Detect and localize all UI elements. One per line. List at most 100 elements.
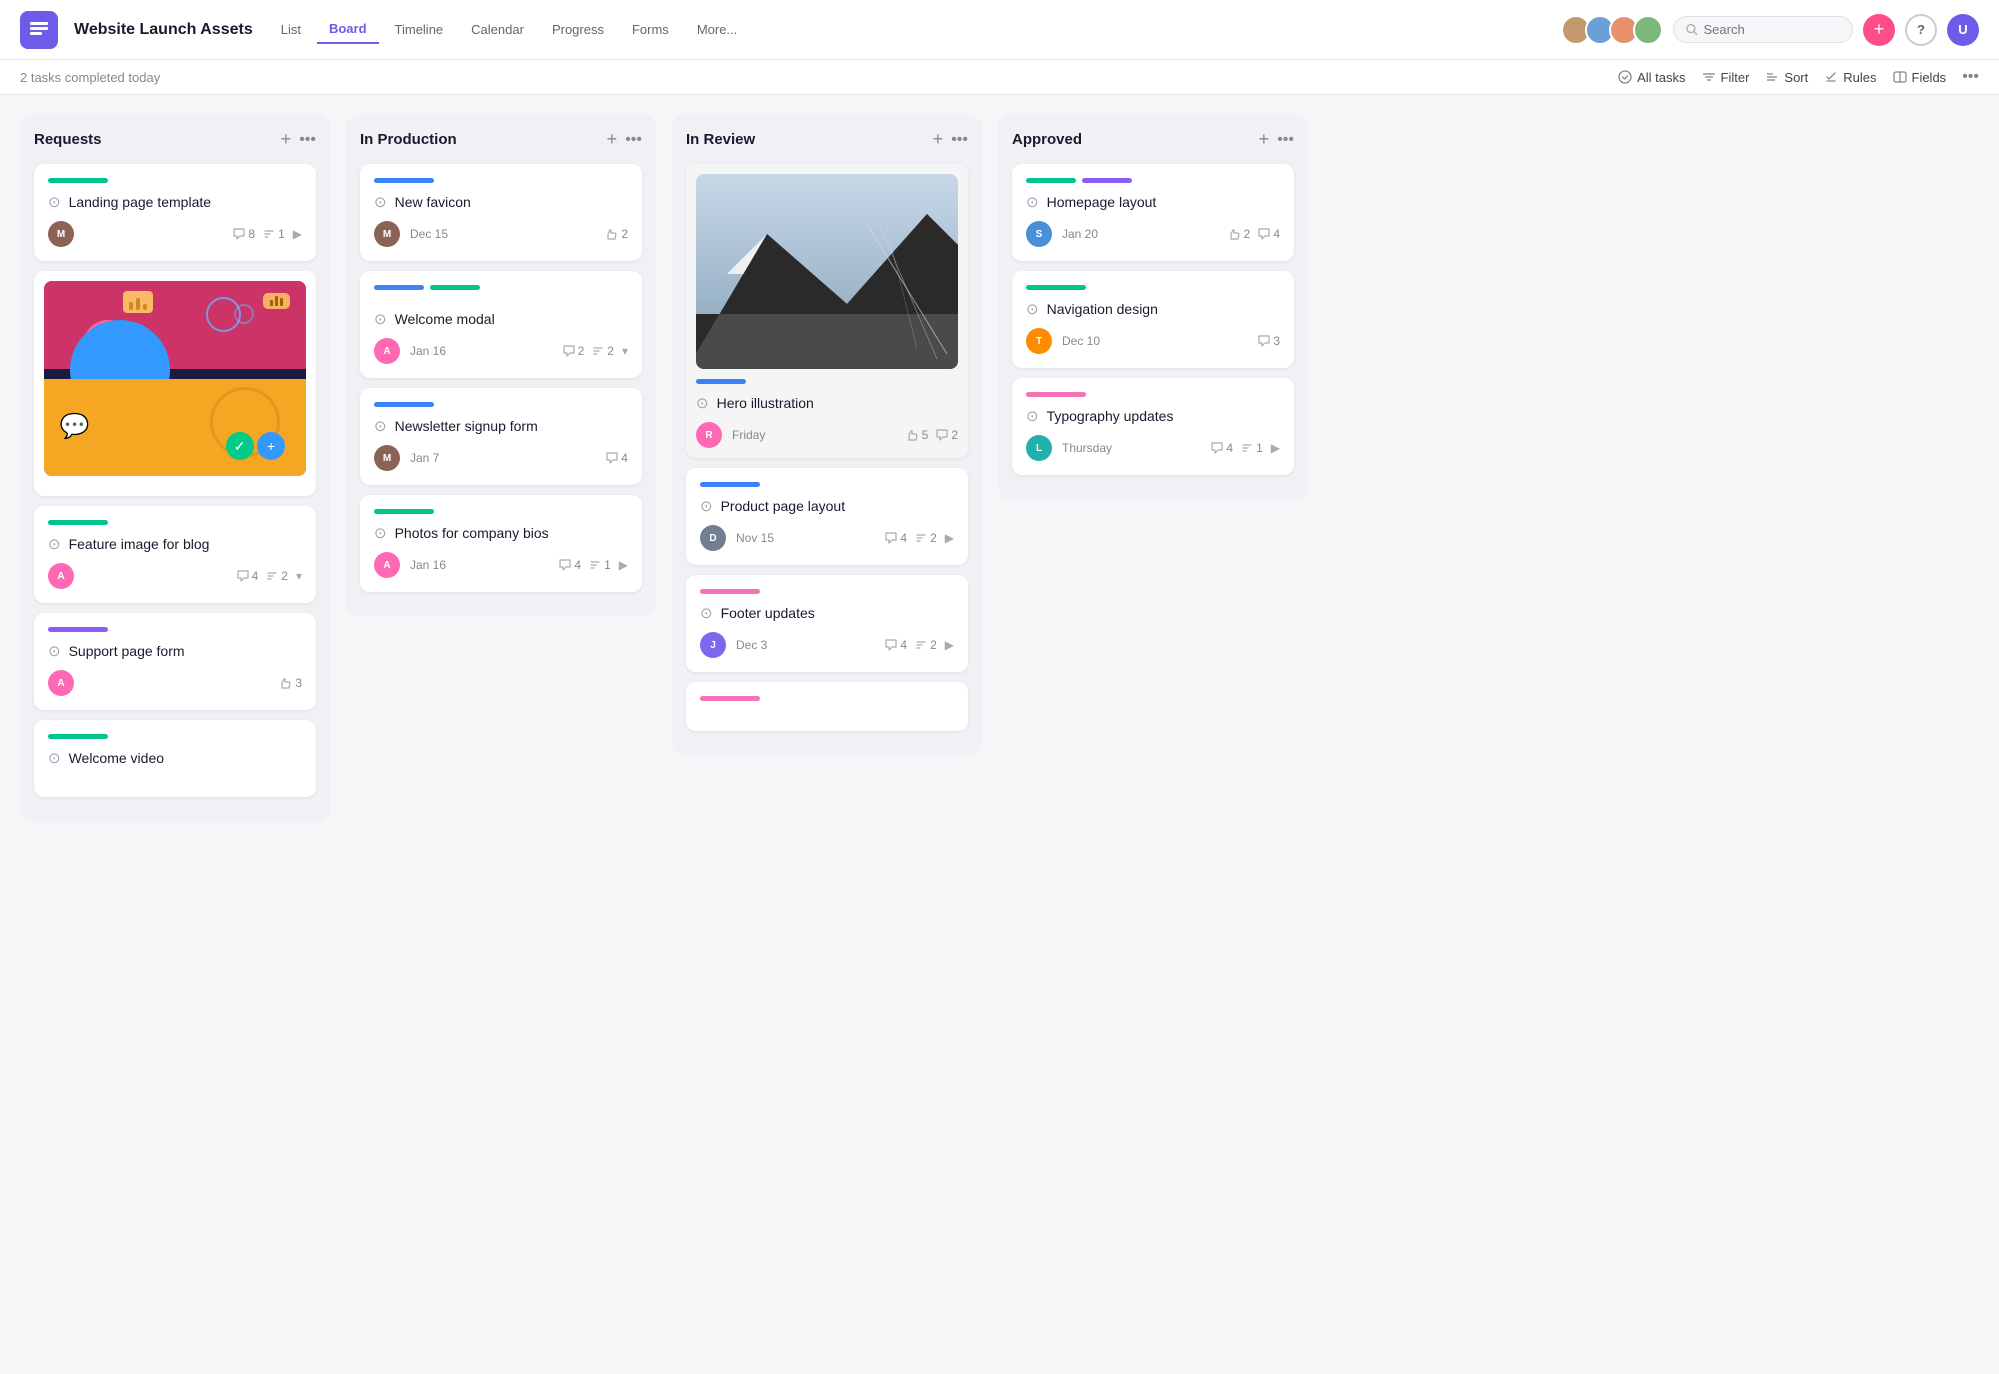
meta-likes: 5 xyxy=(907,428,929,442)
column-actions-approved: + ••• xyxy=(1259,129,1294,150)
more-actions-button[interactable]: ••• xyxy=(1962,68,1979,86)
card-feature-image-blog: ⊙ Feature image for blog A 4 2 ▾ xyxy=(34,506,316,603)
card-avatar: S xyxy=(1026,221,1052,247)
check-icon: ⊙ xyxy=(374,524,387,542)
card-title: Product page layout xyxy=(721,498,846,514)
card-color-bar xyxy=(700,482,760,487)
tab-list[interactable]: List xyxy=(269,16,313,43)
card-avatar: M xyxy=(48,221,74,247)
tab-board[interactable]: Board xyxy=(317,15,379,44)
card-color-bar xyxy=(48,178,108,183)
tab-calendar[interactable]: Calendar xyxy=(459,16,536,43)
add-button[interactable]: + xyxy=(1863,14,1895,46)
like-icon xyxy=(280,677,292,689)
search-box[interactable] xyxy=(1673,16,1853,43)
comment-icon xyxy=(885,639,897,651)
card-typography-updates: ⊙ Typography updates L Thursday 4 1 ▶ xyxy=(1012,378,1294,475)
check-icon: ⊙ xyxy=(1026,407,1039,425)
column-add-requests[interactable]: + xyxy=(281,129,292,150)
subtask-icon xyxy=(589,559,601,571)
meta-comments: 4 xyxy=(885,638,907,652)
card-avatar: D xyxy=(700,525,726,551)
card-color-bar xyxy=(48,520,108,525)
sort-button[interactable]: Sort xyxy=(1765,70,1808,85)
comment-icon xyxy=(606,452,618,464)
like-icon xyxy=(907,429,919,441)
expand-button[interactable]: ▶ xyxy=(1271,441,1280,455)
column-requests: Requests + ••• ⊙ Landing page template M… xyxy=(20,115,330,821)
fields-button[interactable]: Fields xyxy=(1893,70,1947,85)
card-date: Jan 20 xyxy=(1062,227,1098,241)
tab-more[interactable]: More... xyxy=(685,16,749,43)
check-icon: ⊙ xyxy=(700,604,713,622)
design-badge-bars xyxy=(270,296,283,306)
expand-button[interactable]: ▶ xyxy=(945,531,954,545)
column-more-in-production[interactable]: ••• xyxy=(625,131,642,149)
card-title: Feature image for blog xyxy=(69,536,210,552)
card-title: Navigation design xyxy=(1047,301,1158,317)
nav-tabs: List Board Timeline Calendar Progress Fo… xyxy=(269,15,750,44)
card-meta: 2 2 ▾ xyxy=(563,344,628,358)
card-avatar: L xyxy=(1026,435,1052,461)
card-color-bar xyxy=(374,509,434,514)
card-date: Jan 16 xyxy=(410,558,446,572)
column-more-requests[interactable]: ••• xyxy=(299,131,316,149)
column-add-in-production[interactable]: + xyxy=(607,129,618,150)
column-add-in-review[interactable]: + xyxy=(933,129,944,150)
column-title-approved: Approved xyxy=(1012,131,1259,148)
expand-button[interactable]: ▶ xyxy=(945,638,954,652)
card-footer: R Friday 5 2 xyxy=(696,422,958,448)
card-footer-updates: ⊙ Footer updates J Dec 3 4 2 ▶ xyxy=(686,575,968,672)
meta-comments: 4 xyxy=(1211,441,1233,455)
dropdown-button[interactable]: ▾ xyxy=(296,569,302,583)
expand-button[interactable]: ▶ xyxy=(293,227,302,241)
card-title: Support page form xyxy=(69,643,185,659)
column-add-approved[interactable]: + xyxy=(1259,129,1270,150)
card-newsletter-signup: ⊙ Newsletter signup form M Jan 7 4 xyxy=(360,388,642,485)
check-icon: ⊙ xyxy=(374,310,387,328)
rules-button[interactable]: Rules xyxy=(1824,70,1876,85)
tab-timeline[interactable]: Timeline xyxy=(383,16,456,43)
search-input[interactable] xyxy=(1704,22,1840,37)
card-avatar: A xyxy=(48,563,74,589)
card-title-row: ⊙ Hero illustration xyxy=(696,394,958,412)
card-title-row: ⊙ Typography updates xyxy=(1026,407,1280,425)
all-tasks-filter[interactable]: All tasks xyxy=(1618,70,1685,85)
column-more-approved[interactable]: ••• xyxy=(1277,131,1294,149)
card-dual-bar xyxy=(374,285,628,300)
card-footer: A 4 2 ▾ xyxy=(48,563,302,589)
team-avatar-4[interactable] xyxy=(1633,15,1663,45)
card-homepage-layout: ⊙ Homepage layout S Jan 20 2 4 xyxy=(1012,164,1294,261)
dropdown-button[interactable]: ▾ xyxy=(622,344,628,358)
subtask-icon xyxy=(263,228,275,240)
tab-forms[interactable]: Forms xyxy=(620,16,681,43)
card-avatar: A xyxy=(48,670,74,696)
card-footer: M Jan 7 4 xyxy=(374,445,628,471)
bar-1 xyxy=(129,302,133,310)
card-date: Friday xyxy=(732,428,765,442)
card-date: Nov 15 xyxy=(736,531,774,545)
tasks-completed-text: 2 tasks completed today xyxy=(20,70,160,85)
card-avatar: T xyxy=(1026,328,1052,354)
column-more-in-review[interactable]: ••• xyxy=(951,131,968,149)
column-actions-in-production: + ••• xyxy=(607,129,642,150)
card-meta: 4 xyxy=(606,451,628,465)
help-button[interactable]: ? xyxy=(1905,14,1937,46)
card-footer: D Nov 15 4 2 ▶ xyxy=(700,525,954,551)
column-actions-requests: + ••• xyxy=(281,129,316,150)
card-meta: 8 1 ▶ xyxy=(233,227,302,241)
card-title: Hero illustration xyxy=(717,395,814,411)
card-meta: 4 1 ▶ xyxy=(1211,441,1280,455)
expand-button[interactable]: ▶ xyxy=(619,558,628,572)
card-color-bar-green xyxy=(430,285,480,290)
filter-button[interactable]: Filter xyxy=(1702,70,1750,85)
card-meta: 5 2 xyxy=(907,428,958,442)
card-meta: 2 xyxy=(606,227,628,241)
comment-icon xyxy=(237,570,249,582)
card-title: Welcome video xyxy=(69,750,164,766)
card-footer: A Jan 16 4 1 ▶ xyxy=(374,552,628,578)
user-avatar[interactable]: U xyxy=(1947,14,1979,46)
comment-icon xyxy=(233,228,245,240)
meta-comments: 4 xyxy=(885,531,907,545)
tab-progress[interactable]: Progress xyxy=(540,16,616,43)
